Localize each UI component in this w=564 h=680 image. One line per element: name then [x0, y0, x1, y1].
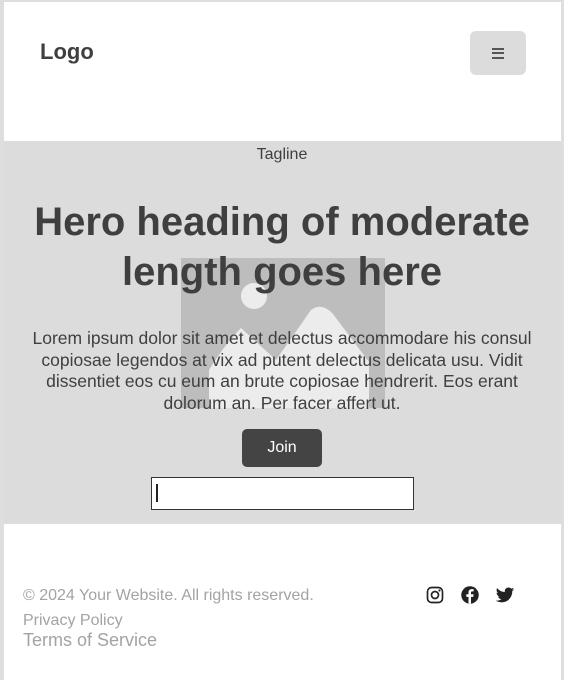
signup-input[interactable] [151, 477, 414, 510]
menu-button[interactable] [470, 31, 526, 75]
text-cursor [156, 484, 158, 502]
hero-heading: Hero heading of moderate length goes her… [34, 200, 530, 294]
site-footer: © 2024 Your Website. All rights reserved… [4, 524, 561, 680]
hero-section: Tagline Hero heading of moderate length … [4, 141, 561, 524]
instagram-icon[interactable] [425, 585, 445, 605]
join-button[interactable]: Join [242, 429, 322, 467]
twitter-icon[interactable] [495, 585, 515, 605]
terms-of-service-link[interactable]: Terms of Service [23, 630, 157, 651]
page-frame: Logo Tagline Hero heading of moderate le… [4, 2, 561, 680]
facebook-icon[interactable] [460, 585, 480, 605]
privacy-policy-link[interactable]: Privacy Policy [23, 612, 123, 630]
hero-description: Lorem ipsum dolor sit amet et delectus a… [32, 328, 532, 413]
site-header: Logo [4, 2, 561, 141]
hamburger-icon [492, 47, 504, 59]
logo[interactable]: Logo [40, 39, 94, 65]
hero-tagline: Tagline [256, 146, 308, 163]
copyright-text: © 2024 Your Website. All rights reserved… [23, 587, 314, 604]
